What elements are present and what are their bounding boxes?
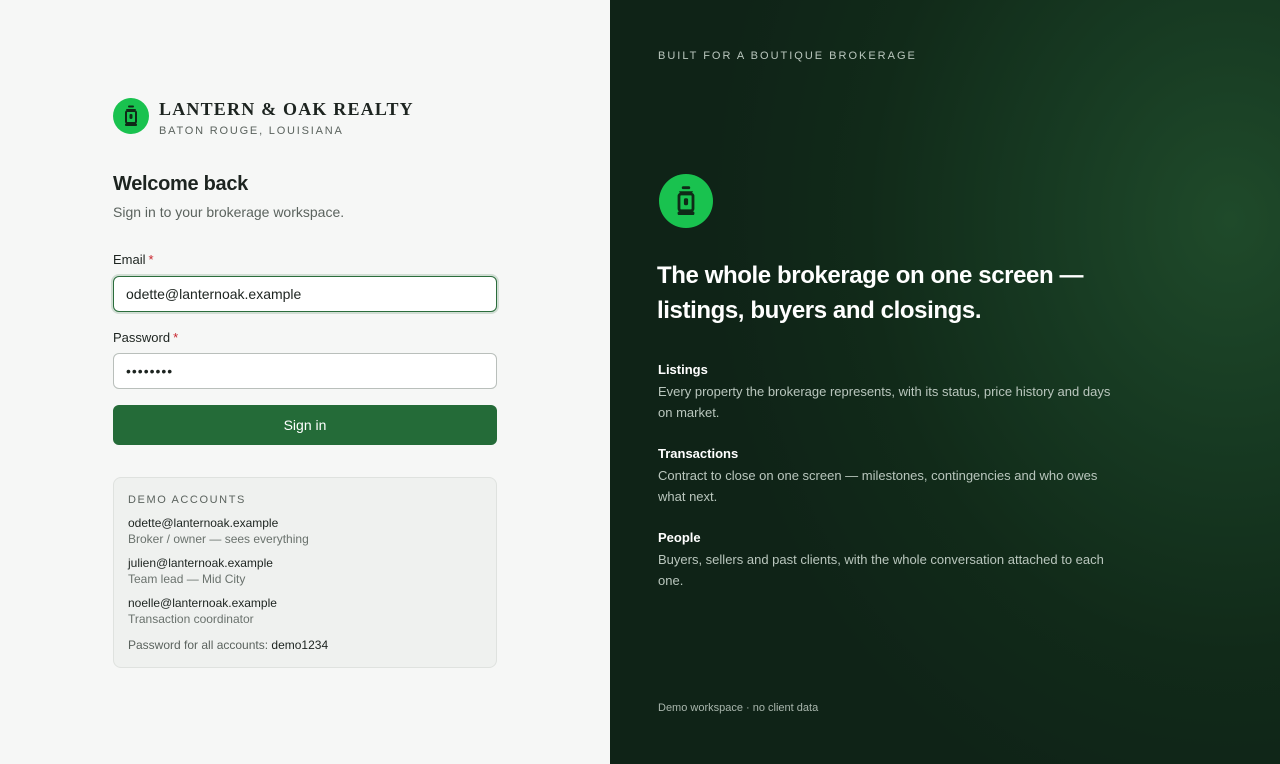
email-field[interactable]	[113, 276, 497, 312]
feature-title: People	[658, 530, 701, 545]
sign-in-panel: LANTERN & OAK REALTY BATON ROUGE, LOUISI…	[0, 0, 610, 764]
feature-transactions: Transactions Contract to close on one sc…	[658, 446, 1118, 507]
promo-headline: The whole brokerage on one screen — list…	[657, 262, 1084, 324]
demo-account: odette@lanternoak.example Broker / owner…	[128, 516, 482, 546]
password-field[interactable]	[113, 353, 497, 389]
demo-account-role: Broker / owner — sees everything	[128, 532, 309, 546]
required-marker: *	[148, 252, 154, 267]
demo-account-email: julien@lanternoak.example	[128, 556, 273, 570]
brand-location: BATON ROUGE, LOUISIANA	[159, 125, 344, 137]
page-title: Welcome back	[113, 173, 248, 195]
lantern-icon	[659, 174, 713, 228]
demo-account: julien@lanternoak.example Team lead — Mi…	[128, 556, 482, 586]
demo-account: noelle@lanternoak.example Transaction co…	[128, 596, 482, 626]
feature-description: Every property the brokerage represents,…	[658, 384, 1111, 420]
demo-accounts-title: DEMO ACCOUNTS	[128, 494, 246, 506]
feature-title: Listings	[658, 362, 708, 377]
demo-account-role: Team lead — Mid City	[128, 572, 246, 586]
email-label: Email *	[113, 252, 154, 267]
demo-account-role: Transaction coordinator	[128, 612, 254, 626]
promo-panel: BUILT FOR A BOUTIQUE BROKERAGE The whole…	[610, 0, 1280, 764]
demo-account-email: odette@lanternoak.example	[128, 516, 279, 530]
promo-footnote: Demo workspace · no client data	[658, 702, 819, 714]
brand-header: LANTERN & OAK REALTY BATON ROUGE, LOUISI…	[113, 98, 414, 137]
demo-password: demo1234	[271, 638, 329, 652]
feature-description: Buyers, sellers and past clients, with t…	[658, 552, 1104, 588]
demo-accounts-panel: DEMO ACCOUNTS odette@lanternoak.example …	[113, 477, 497, 668]
required-marker: *	[173, 330, 179, 345]
brand-name: LANTERN & OAK REALTY	[159, 99, 414, 119]
sign-in-button[interactable]: Sign in	[113, 405, 497, 445]
demo-account-email: noelle@lanternoak.example	[128, 596, 277, 610]
password-label: Password *	[113, 330, 179, 345]
promo-kicker: BUILT FOR A BOUTIQUE BROKERAGE	[658, 50, 917, 62]
page-subtitle: Sign in to your brokerage workspace.	[113, 204, 345, 220]
feature-people: People Buyers, sellers and past clients,…	[658, 530, 1118, 591]
feature-description: Contract to close on one screen — milest…	[658, 468, 1098, 504]
feature-listings: Listings Every property the brokerage re…	[658, 362, 1118, 423]
demo-password-note: Password for all accounts: demo1234	[128, 638, 329, 652]
feature-title: Transactions	[658, 446, 739, 461]
lantern-icon	[113, 98, 149, 134]
